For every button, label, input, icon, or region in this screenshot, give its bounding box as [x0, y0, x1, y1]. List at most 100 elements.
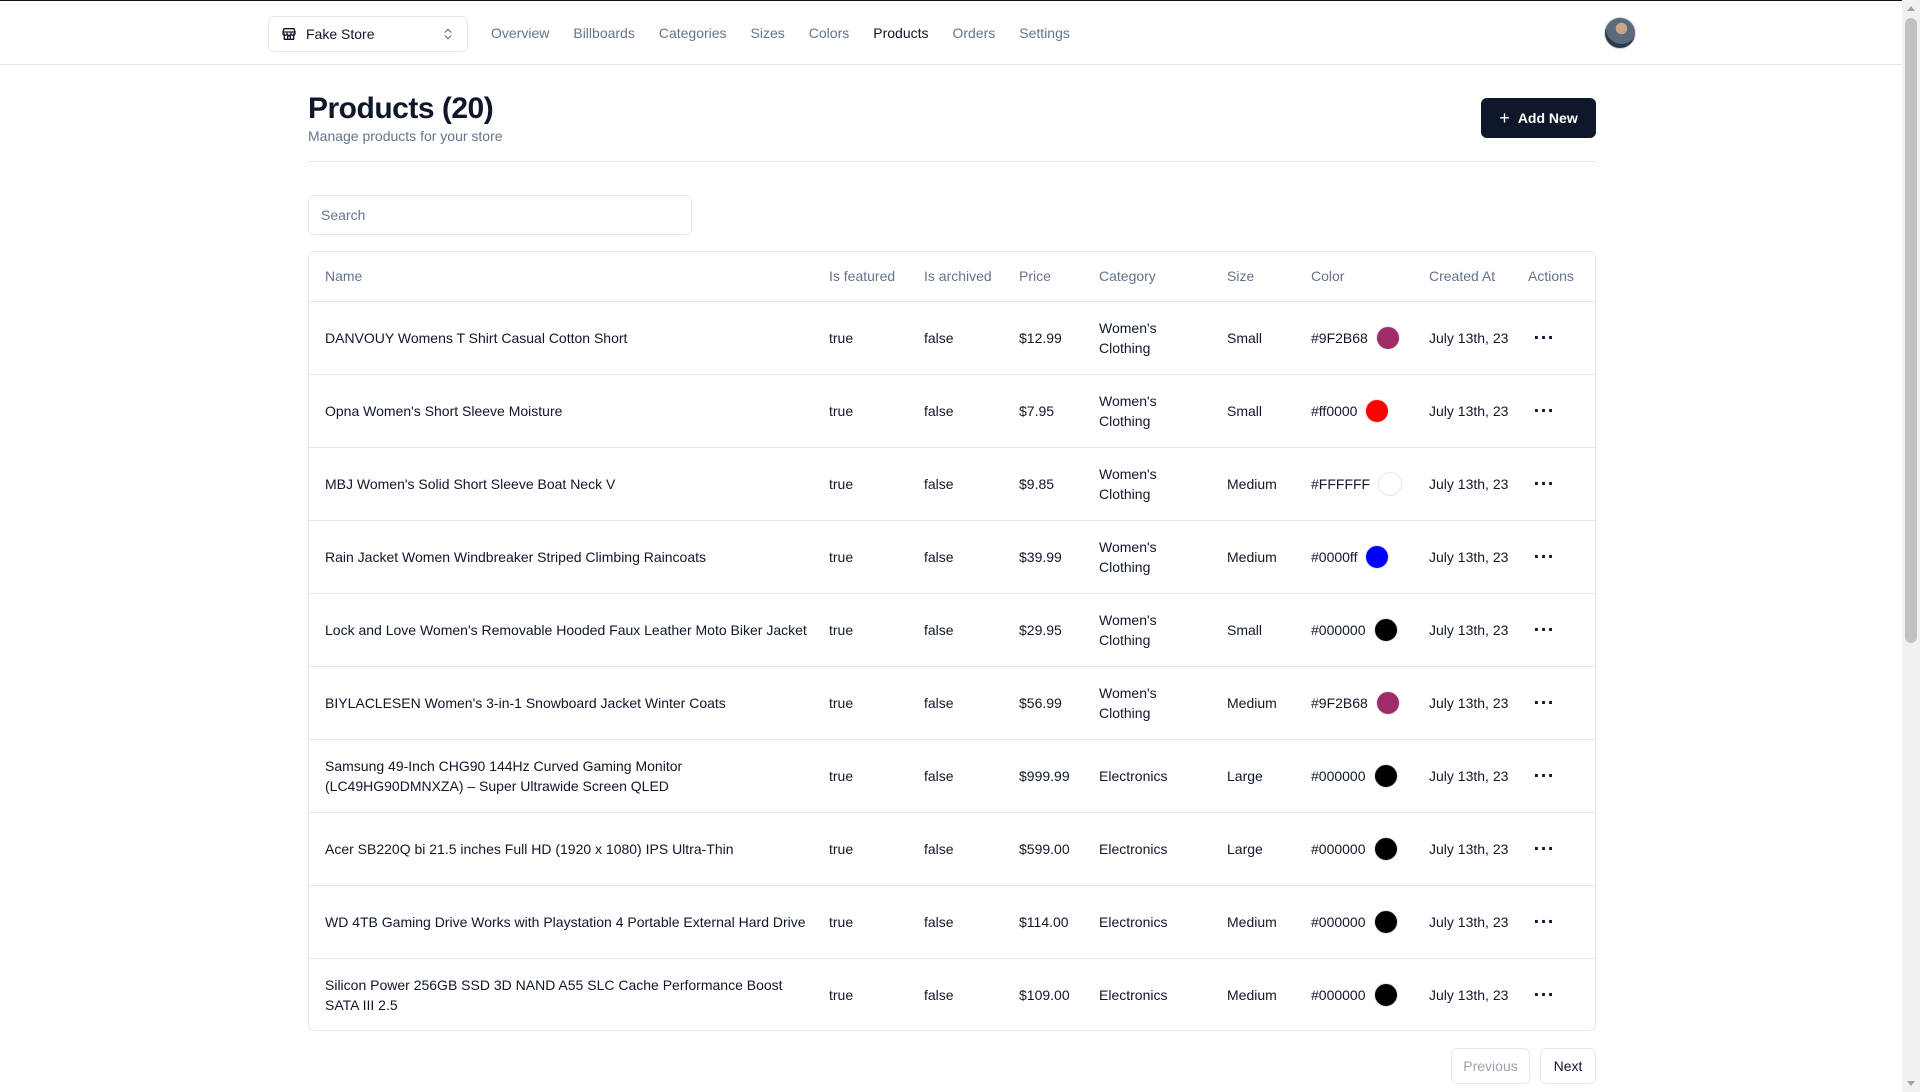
nav-overview[interactable]: Overview [491, 25, 549, 41]
main-nav: Overview Billboards Categories Sizes Col… [491, 1, 1094, 65]
more-horizontal-icon[interactable]: ··· [1528, 322, 1560, 354]
color-swatch [1373, 982, 1398, 1007]
nav-billboards[interactable]: Billboards [573, 25, 634, 41]
product-price: $39.99 [1011, 520, 1091, 594]
page-title: Products (20) [308, 92, 494, 125]
col-actions: Actions [1520, 252, 1595, 302]
product-featured: true [821, 520, 916, 594]
scroll-up-arrow-icon[interactable] [1907, 6, 1915, 11]
product-size: Small [1219, 301, 1303, 375]
more-horizontal-icon[interactable]: ··· [1528, 614, 1560, 646]
product-created-at: July 13th, 23 [1421, 812, 1520, 886]
nav-categories[interactable]: Categories [659, 25, 727, 41]
product-category: Electronics [1091, 885, 1219, 959]
product-color-hex: #9F2B68 [1311, 694, 1368, 711]
color-cell: #000000 [1311, 836, 1413, 861]
nav-products[interactable]: Products [873, 25, 928, 41]
product-price: $109.00 [1019, 986, 1070, 1003]
product-archived: false [916, 520, 1011, 594]
product-color-cell: #ff0000 [1303, 374, 1421, 448]
actions-cell: ··· [1520, 374, 1595, 448]
more-horizontal-icon[interactable]: ··· [1528, 541, 1560, 573]
product-color-hex: #000000 [1311, 840, 1366, 857]
nav-settings[interactable]: Settings [1019, 25, 1070, 41]
more-horizontal-icon[interactable]: ··· [1528, 395, 1560, 427]
product-category: Women's Clothing [1091, 374, 1219, 448]
product-color-cell: #9F2B68 [1303, 666, 1421, 740]
color-swatch [1373, 909, 1398, 934]
col-archived[interactable]: Is archived [916, 252, 1011, 302]
actions-cell: ··· [1520, 812, 1595, 886]
col-price[interactable]: Price [1011, 252, 1091, 302]
product-price: $29.95 [1011, 593, 1091, 667]
product-archived: false [924, 986, 954, 1003]
product-price: $114.00 [1011, 885, 1091, 959]
product-price: $999.99 [1011, 739, 1091, 813]
color-swatch [1373, 763, 1398, 788]
previous-button[interactable]: Previous [1451, 1048, 1530, 1084]
table-row: Silicon Power 256GB SSD 3D NAND A55 SLC … [309, 958, 1595, 1030]
product-archived: false [916, 301, 1011, 375]
table-row: Acer SB220Q bi 21.5 inches Full HD (1920… [309, 812, 1595, 886]
next-button[interactable]: Next [1540, 1048, 1596, 1084]
actions-cell: ··· [1520, 301, 1595, 375]
col-category[interactable]: Category [1091, 252, 1219, 302]
color-swatch [1373, 617, 1398, 642]
nav-orders[interactable]: Orders [953, 25, 996, 41]
product-archived: false [916, 812, 1011, 886]
scroll-down-arrow-icon[interactable] [1907, 1081, 1915, 1086]
actions-cell: ··· [1520, 593, 1595, 667]
col-created[interactable]: Created At [1421, 252, 1520, 302]
col-name[interactable]: Name [309, 252, 821, 302]
color-cell: #9F2B68 [1311, 325, 1413, 350]
table-row: Rain Jacket Women Windbreaker Striped Cl… [309, 520, 1595, 594]
more-horizontal-icon[interactable]: ··· [1528, 468, 1560, 500]
table-row: Samsung 49-Inch CHG90 144Hz Curved Gamin… [309, 739, 1595, 813]
product-category: Women's Clothing [1091, 520, 1219, 594]
user-avatar[interactable] [1604, 17, 1636, 49]
table-header-row: Name Is featured Is archived Price Categ… [309, 252, 1595, 302]
col-size[interactable]: Size [1219, 252, 1303, 302]
product-name: Lock and Love Women's Removable Hooded F… [309, 593, 821, 667]
actions-cell: ··· [1520, 447, 1595, 521]
page-scrollbar[interactable] [1902, 0, 1920, 1092]
more-horizontal-icon[interactable]: ··· [1528, 760, 1560, 792]
product-price: $56.99 [1011, 666, 1091, 740]
color-cell: #000000 [1311, 763, 1413, 788]
color-swatch [1378, 471, 1403, 496]
search-input[interactable] [308, 195, 692, 235]
more-horizontal-icon[interactable]: ··· [1528, 979, 1560, 1011]
product-created-at: July 13th, 23 [1421, 374, 1520, 448]
product-color-cell: #9F2B68 [1303, 301, 1421, 375]
product-price: $7.95 [1011, 374, 1091, 448]
col-color[interactable]: Color [1303, 252, 1421, 302]
product-archived: false [916, 374, 1011, 448]
store-switcher[interactable]: Fake Store [268, 16, 468, 52]
product-name: Opna Women's Short Sleeve Moisture [309, 374, 821, 448]
scrollbar-thumb[interactable] [1905, 18, 1917, 643]
product-featured: true [821, 739, 916, 813]
nav-sizes[interactable]: Sizes [751, 25, 785, 41]
navbar: Fake Store Overview Billboards Categorie… [0, 1, 1902, 65]
col-featured[interactable]: Is featured [821, 252, 916, 302]
product-featured: true [821, 301, 916, 375]
more-horizontal-icon[interactable]: ··· [1528, 833, 1560, 865]
product-category: Women's Clothing [1091, 301, 1219, 375]
table-row: BIYLACLESEN Women's 3-in-1 Snowboard Jac… [309, 666, 1595, 740]
actions-cell: ··· [1520, 885, 1595, 959]
product-name: WD 4TB Gaming Drive Works with Playstati… [309, 885, 821, 959]
product-color-cell: #000000 [1303, 885, 1421, 959]
product-color-cell: #000000 [1303, 593, 1421, 667]
add-new-button[interactable]: + Add New [1481, 98, 1596, 138]
table-row: Opna Women's Short Sleeve Moisture true fa… [309, 374, 1595, 448]
more-horizontal-icon[interactable]: ··· [1528, 687, 1560, 719]
product-size: Medium [1227, 986, 1277, 1003]
nav-colors[interactable]: Colors [809, 25, 849, 41]
product-color-hex: #0000ff [1311, 548, 1358, 565]
more-horizontal-icon[interactable]: ··· [1528, 906, 1560, 938]
product-featured: true [821, 593, 916, 667]
product-created-at: July 13th, 23 [1429, 986, 1509, 1003]
product-created-at: July 13th, 23 [1421, 593, 1520, 667]
product-size: Medium [1219, 666, 1303, 740]
product-name: MBJ Women's Solid Short Sleeve Boat Neck… [309, 447, 821, 521]
